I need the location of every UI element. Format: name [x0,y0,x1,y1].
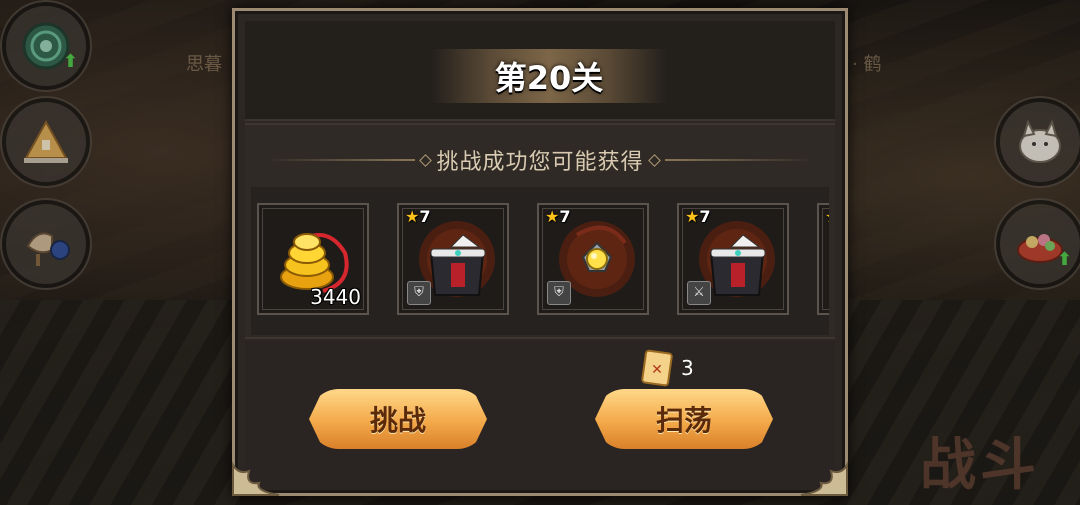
side-bubble-hand[interactable] [2,200,90,288]
rewards-heading-row: 挑战成功您可能获得 [245,145,835,175]
roof-decoration-left [0,300,240,505]
reward-items-list[interactable]: 3440 ★7 ⛨ ★7 ⛨ ★7 ⚔ [251,187,829,335]
hand-orb-icon [26,232,70,266]
star-level: ★7 [405,207,430,226]
side-bubble-cat[interactable] [996,98,1080,186]
diamond-ornament-icon [647,153,661,167]
title-plate: 第20关 [431,49,667,103]
battle-label: 战斗 [920,432,1040,498]
corner-ornament-icon [232,461,280,496]
background-text-right: · 鹤 [852,54,882,75]
stage-title: 第20关 [494,59,604,97]
rewards-heading: 挑战成功您可能获得 [436,150,644,175]
star-level: ★7 [545,207,570,226]
upgrade-arrow-icon: ⬆ [1056,249,1072,270]
star-count: 7 [419,207,431,226]
sweep-ticket-icon: ✕ [641,349,673,387]
item-count: 3440 [310,285,361,309]
shrine-mountain-icon [24,119,68,163]
side-bubble-shrine[interactable] [2,98,90,186]
reward-item-pendant[interactable]: ★7 ⛨ [537,203,649,315]
upgrade-arrow-icon: ⬆ [62,51,78,72]
background-text-left: 思暮 [186,54,222,75]
cat-mascot-icon [1019,119,1061,163]
action-area: ✕ 3 挑战 扫荡 [245,341,835,489]
shield-icon: ⛨ [547,281,571,305]
challenge-button[interactable]: 挑战 [309,389,487,449]
rewards-panel: 挑战成功您可能获得 3440 ★7 ⛨ ★7 ⛨ ★7 ⚔ [245,123,835,339]
sweep-ticket: ✕ 3 [641,349,694,387]
shield-icon: ⛨ [407,281,431,305]
reward-item-partial[interactable]: ★ [817,203,829,315]
stage-dialog: 第20关 挑战成功您可能获得 3440 ★7 ⛨ ★7 ⛨ ★7 ⚔ ✕ 3 挑… [232,8,848,496]
title-band: 第20关 [245,21,835,121]
divider-left [265,159,416,161]
ticket-count: 3 [681,356,694,380]
diamond-ornament-icon [419,153,433,167]
star-level: ★ [825,207,829,226]
corner-ornament-icon [800,461,848,496]
star-level: ★7 [685,207,710,226]
reward-item-armor[interactable]: ★7 ⛨ [397,203,509,315]
svg-text:✕: ✕ [651,362,663,378]
sword-icon: ⚔ [687,281,711,305]
star-icon: ★ [405,207,420,226]
reward-item-armor-2[interactable]: ★7 ⚔ [677,203,789,315]
star-count: 7 [699,207,711,226]
star-icon: ★ [825,207,829,226]
sweep-button[interactable]: 扫荡 [595,389,773,449]
side-bubble-food[interactable]: ⬆ [996,200,1080,288]
star-icon: ★ [545,207,560,226]
reward-item-gold[interactable]: 3440 [257,203,369,315]
divider-right [664,159,815,161]
star-icon: ★ [685,207,700,226]
side-bubble-portal[interactable]: ⬆ [2,2,90,90]
star-count: 7 [559,207,571,226]
